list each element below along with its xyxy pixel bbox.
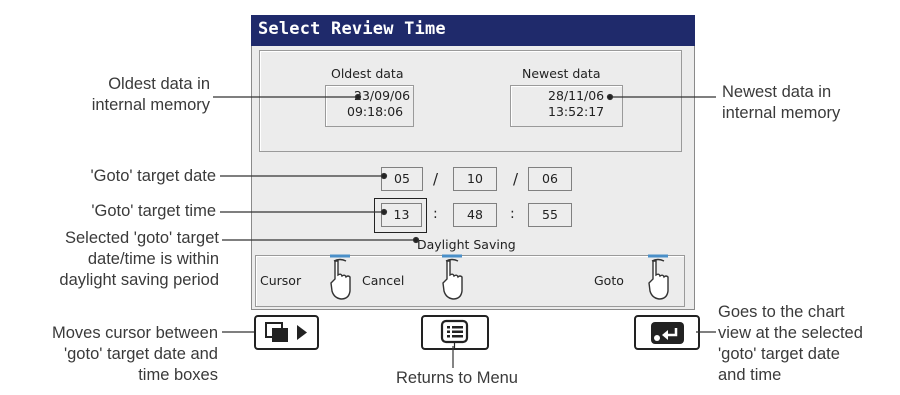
leader-lines (213, 93, 716, 368)
